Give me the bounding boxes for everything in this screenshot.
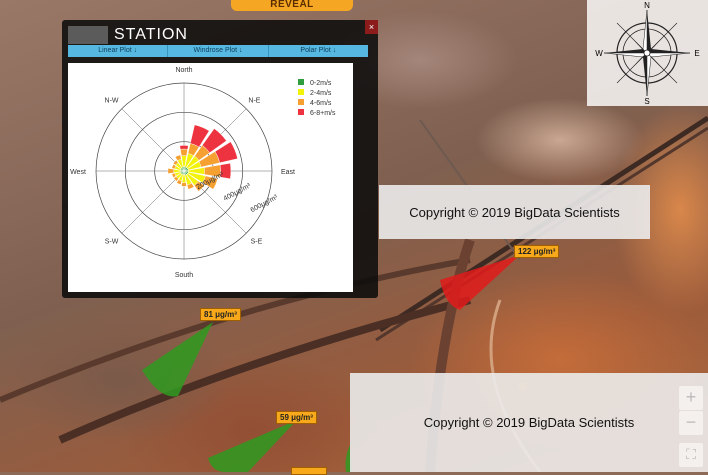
rose-direction-label: West <box>70 169 86 176</box>
tab-windrose-plot[interactable]: Windrose Plot ↓ <box>168 45 269 57</box>
zoom-out-button[interactable]: − <box>679 411 703 435</box>
fullscreen-button[interactable]: ⛶ <box>679 443 703 467</box>
legend-label: 4-6m/s <box>310 100 332 107</box>
compass-icon: N S E W <box>595 1 699 106</box>
rose-spoke <box>121 170 185 234</box>
plot-tabs: Linear Plot ↓ Windrose Plot ↓ Polar Plot… <box>68 45 368 57</box>
rose-direction-label: South <box>175 272 193 279</box>
windrose-chart: North N-E East S-E South S-W West N-W 200μg/m³ 40… <box>68 63 353 292</box>
compass-n: N <box>644 1 650 10</box>
compass-w: W <box>595 49 603 58</box>
rose-direction-label: N-E <box>248 98 260 105</box>
legend-swatch <box>298 79 304 85</box>
rose-bar <box>180 148 188 157</box>
aq-marker[interactable]: 122 μg/m³ <box>514 245 560 258</box>
map-copyright: Copyright © 2019 BigData Scientists <box>350 373 708 472</box>
rose-direction-label: N-W <box>105 98 119 105</box>
compass-s: S <box>644 97 649 106</box>
rose-bar <box>167 168 175 174</box>
rose-direction-label: East <box>281 169 295 176</box>
close-button[interactable]: × <box>365 20 378 34</box>
aq-marker[interactable]: 59 μg/m³ <box>276 411 317 424</box>
legend-label: 6-8+m/s <box>310 110 336 117</box>
tab-polar-plot[interactable]: Polar Plot ↓ <box>268 45 368 57</box>
windrose-svg: NorthN-EEastS-ESouthS-WWestN-W200μg/m³40… <box>70 67 336 279</box>
aq-marker[interactable] <box>291 467 327 475</box>
tab-linear-plot[interactable]: Linear Plot ↓ <box>68 45 169 57</box>
legend-label: 2-4m/s <box>310 90 332 97</box>
rose-radial-tick-label: 600μg/m³ <box>250 194 280 214</box>
station-title: STATION <box>114 26 188 43</box>
rose-bar <box>181 182 187 187</box>
map-copyright: Copyright © 2019 BigData Scientists <box>379 185 650 239</box>
zoom-in-button[interactable]: + <box>679 386 703 410</box>
aq-marker[interactable]: 81 μg/m³ <box>200 308 241 321</box>
legend-swatch <box>298 109 304 115</box>
compass-rose: N S E W <box>587 0 708 106</box>
station-color-swatch <box>68 26 108 44</box>
legend-swatch <box>298 89 304 95</box>
plume-cone-green <box>208 420 297 472</box>
compass-e: E <box>694 49 699 58</box>
station-header: STATION <box>68 24 188 46</box>
rose-bar <box>179 145 189 150</box>
rose-direction-label: S-W <box>105 238 119 245</box>
rose-radial-tick-label: 400μg/m³ <box>223 182 253 202</box>
legend-label: 0-2m/s <box>310 80 332 87</box>
legend-swatch <box>298 99 304 105</box>
rose-direction-label: S-E <box>251 238 263 245</box>
reveal-button[interactable]: REVEAL <box>231 0 353 11</box>
rose-direction-label: North <box>175 67 192 74</box>
station-popup: STATION × Linear Plot ↓ Windrose Plot ↓ … <box>62 20 378 298</box>
